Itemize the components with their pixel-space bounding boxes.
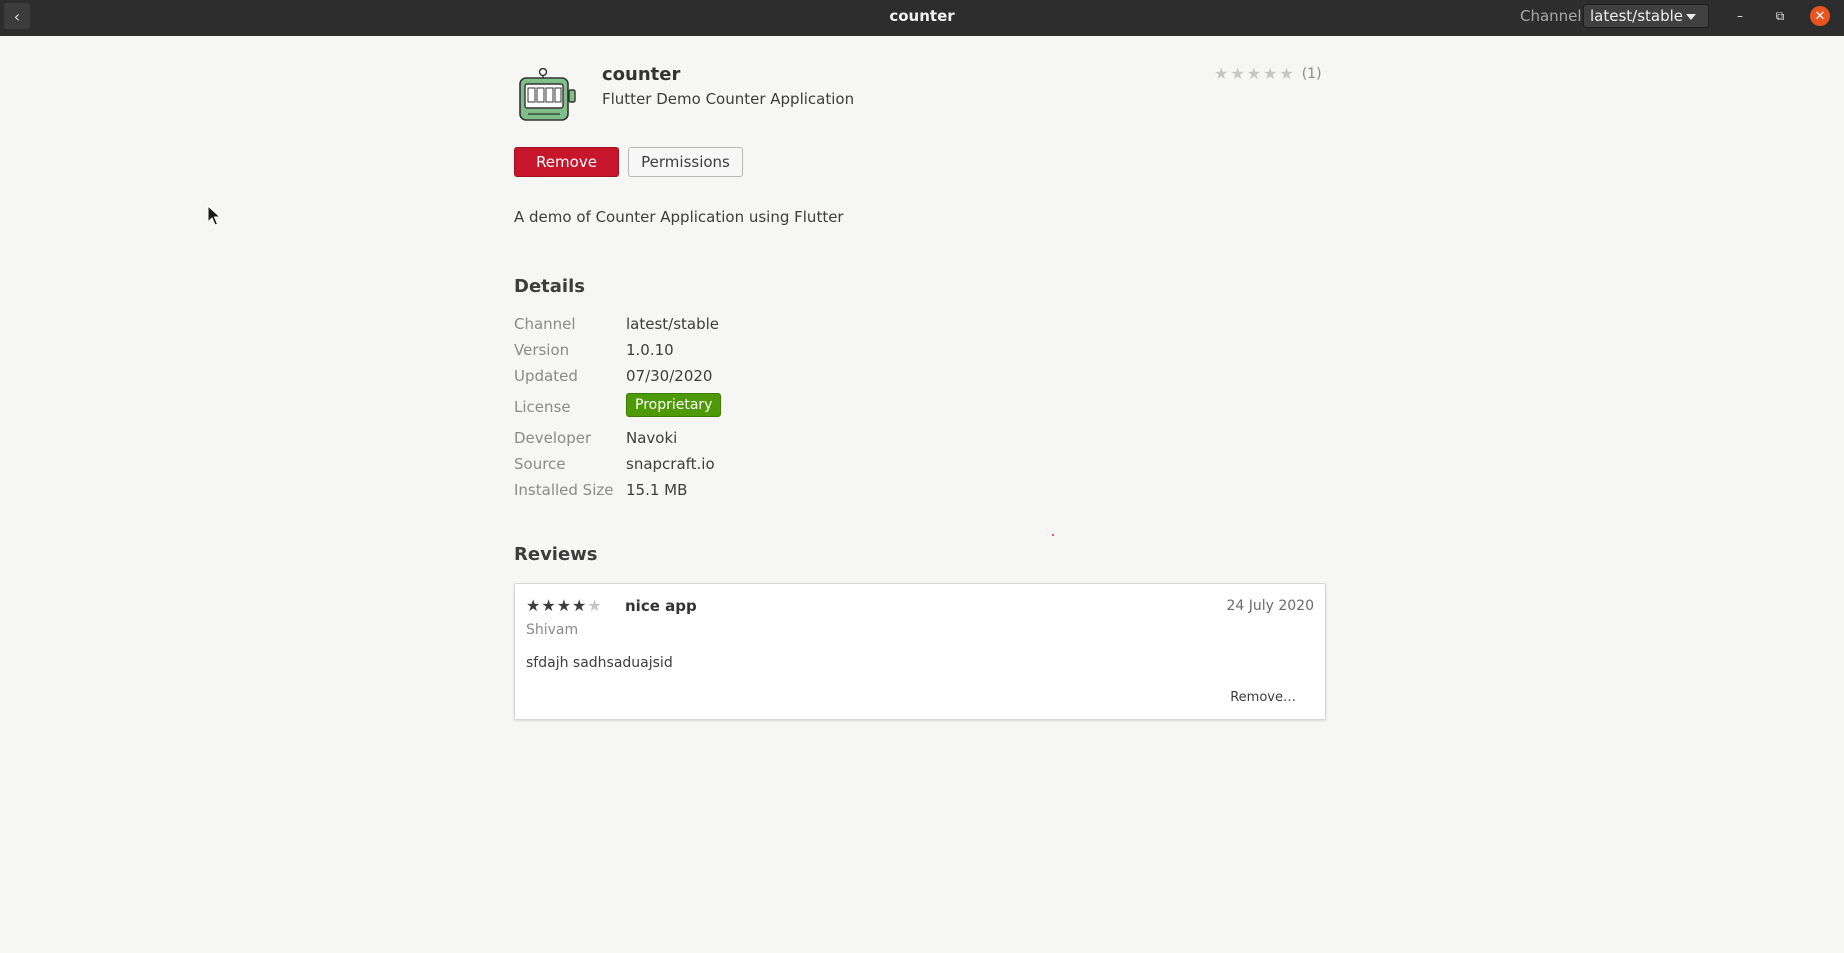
permissions-button[interactable]: Permissions bbox=[628, 147, 743, 177]
star-empty-icon: ★ bbox=[587, 596, 603, 615]
detail-value: 1.0.10 bbox=[626, 341, 674, 359]
detail-key: Developer bbox=[514, 429, 592, 447]
star-filled-icon: ★ bbox=[572, 596, 588, 615]
star-outline-icon: ★ bbox=[1230, 64, 1245, 83]
detail-value: latest/stable bbox=[626, 315, 720, 333]
review-date: 24 July 2020 bbox=[1226, 598, 1314, 614]
detail-key: Source bbox=[514, 455, 566, 473]
mouse-pointer-icon bbox=[207, 205, 221, 226]
detail-key: Updated bbox=[514, 367, 578, 385]
review-stars: ★★★★★ bbox=[526, 596, 603, 615]
app-description: A demo of Counter Application using Flut… bbox=[514, 208, 844, 226]
review-remove-button[interactable]: Remove… bbox=[1230, 690, 1296, 705]
detail-row-version: Version 1.0.10 bbox=[514, 341, 1014, 363]
stray-dot bbox=[1052, 534, 1054, 536]
review-title: nice app bbox=[625, 597, 697, 615]
channel-label: Channel bbox=[1520, 7, 1582, 25]
detail-value: Navoki bbox=[626, 429, 678, 447]
close-icon: ✕ bbox=[1814, 8, 1826, 24]
license-badge[interactable]: Proprietary bbox=[626, 393, 722, 417]
app-summary: Flutter Demo Counter Application bbox=[602, 90, 855, 108]
detail-key: License bbox=[514, 398, 571, 416]
detail-row-installed-size: Installed Size 15.1 MB bbox=[514, 481, 1014, 503]
app-name: counter bbox=[602, 64, 681, 85]
restore-icon: ⧉ bbox=[1775, 8, 1785, 23]
review-text: sfdajh sadhsaduajsid bbox=[526, 655, 673, 671]
detail-row-channel: Channel latest/stable bbox=[514, 315, 1014, 337]
detail-value: 15.1 MB bbox=[626, 481, 688, 499]
detail-row-updated: Updated 07/30/2020 bbox=[514, 367, 1014, 389]
header-bar: ‹ counter Channel latest/stable – ⧉ ✕ bbox=[0, 0, 1844, 36]
detail-value: 07/30/2020 bbox=[626, 367, 713, 385]
app-rating[interactable]: ★ ★ ★ ★ ★ (1) bbox=[1214, 64, 1322, 83]
detail-value: snapcraft.io bbox=[626, 455, 715, 473]
details-heading: Details bbox=[514, 276, 585, 297]
maximize-button[interactable]: ⧉ bbox=[1770, 6, 1790, 26]
rating-count: (1) bbox=[1301, 65, 1322, 82]
minimize-button[interactable]: – bbox=[1730, 6, 1750, 26]
reviews-heading: Reviews bbox=[514, 544, 598, 565]
detail-row-source: Source snapcraft.io bbox=[514, 455, 1014, 477]
detail-key: Channel bbox=[514, 315, 576, 333]
detail-row-license: License Proprietary bbox=[514, 393, 1014, 420]
star-outline-icon: ★ bbox=[1279, 64, 1294, 83]
star-filled-icon: ★ bbox=[526, 596, 542, 615]
star-outline-icon: ★ bbox=[1214, 64, 1229, 83]
minimize-icon: – bbox=[1737, 9, 1743, 23]
review-author: Shivam bbox=[526, 622, 579, 638]
detail-key: Installed Size bbox=[514, 481, 614, 499]
channel-select-value: latest/stable bbox=[1590, 7, 1684, 25]
star-filled-icon: ★ bbox=[556, 596, 573, 615]
close-button[interactable]: ✕ bbox=[1810, 6, 1830, 26]
caret-down-icon bbox=[1686, 14, 1696, 20]
counter-app-icon bbox=[519, 68, 576, 121]
remove-button[interactable]: Remove bbox=[514, 147, 619, 177]
channel-select[interactable]: latest/stable bbox=[1583, 4, 1709, 28]
detail-key: Version bbox=[514, 341, 570, 359]
star-outline-icon: ★ bbox=[1263, 64, 1278, 83]
detail-row-developer: Developer Navoki bbox=[514, 429, 1014, 451]
star-outline-icon: ★ bbox=[1246, 64, 1262, 83]
star-filled-icon: ★ bbox=[541, 596, 557, 615]
app-details-page: counter Flutter Demo Counter Application… bbox=[0, 36, 1844, 953]
review-card: ★★★★★ nice app 24 July 2020 Shivam sfdaj… bbox=[514, 583, 1326, 720]
